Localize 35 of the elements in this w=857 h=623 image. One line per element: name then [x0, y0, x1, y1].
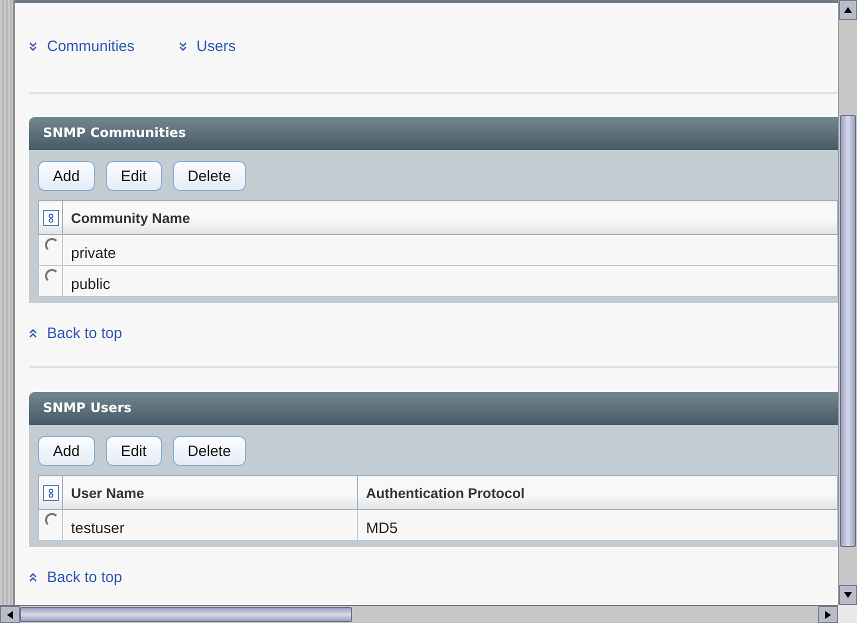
table-cell: public [62, 266, 838, 296]
toolbar-button[interactable]: Delete [172, 436, 246, 466]
toolbar-button[interactable]: Edit [106, 161, 162, 191]
select-menu-icon[interactable] [42, 484, 58, 500]
back-to-top-link[interactable]: Back to top [47, 325, 122, 342]
table-cell: MD5 [358, 510, 838, 540]
panel-title: SNMP Communities [29, 117, 838, 150]
column-header: User Name [62, 476, 358, 510]
toolbar-button[interactable]: Delete [172, 161, 246, 191]
panel-title: SNMP Users [29, 392, 838, 425]
jump-link[interactable]: Users [196, 38, 236, 54]
scroll-left-icon[interactable] [0, 606, 20, 623]
select-menu-icon[interactable] [42, 210, 58, 226]
table-cell: testuser [62, 510, 358, 540]
toolbar-button[interactable]: Add [38, 436, 95, 466]
double-chevron-down-icon [178, 42, 187, 50]
radio-button[interactable] [45, 513, 59, 527]
scrollbar-corner [838, 605, 857, 623]
scroll-down-icon[interactable] [839, 585, 857, 605]
scroll-right-icon[interactable] [818, 606, 838, 623]
jump-link[interactable]: Communities [47, 38, 135, 54]
vertical-scrollbar[interactable] [838, 0, 857, 605]
column-header: Community Name [62, 200, 838, 234]
back-to-top-link[interactable]: Back to top [47, 569, 122, 586]
toolbar-button[interactable]: Edit [106, 436, 162, 466]
double-chevron-up-icon [29, 329, 37, 338]
table-cell: private [62, 234, 838, 266]
radio-button[interactable] [45, 269, 59, 283]
column-header: Authentication Protocol [358, 476, 838, 510]
radio-button[interactable] [45, 238, 59, 252]
double-chevron-down-icon [29, 42, 37, 50]
toolbar-button[interactable]: Add [38, 161, 95, 191]
horizontal-scrollbar[interactable] [0, 605, 838, 623]
scroll-up-icon[interactable] [839, 0, 857, 20]
double-chevron-up-icon [29, 573, 37, 582]
